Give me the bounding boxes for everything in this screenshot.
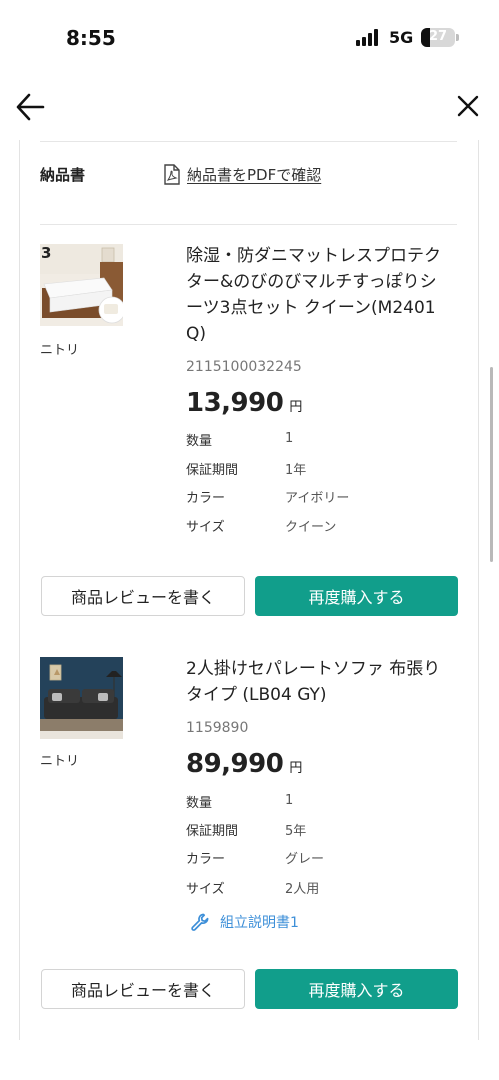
product-code: 1159890 [186, 720, 249, 736]
close-button[interactable] [452, 90, 484, 122]
product-code: 2115100032245 [186, 359, 302, 375]
spec-label-warranty: 保証期間 [186, 463, 239, 478]
spec-label-size: サイズ [186, 520, 225, 535]
spec-value-color: アイボリー [285, 491, 350, 506]
status-time: 8:55 [66, 26, 116, 50]
invoice-label: 納品書 [40, 166, 86, 184]
close-icon [457, 95, 479, 117]
product-title-line: ター&のびのびマルチすっぽりシ [186, 272, 437, 292]
product-title-line: 2人掛けセパレートソファ 布張り [186, 659, 441, 679]
product-thumbnail [40, 657, 123, 739]
product-image-sofa[interactable] [40, 657, 123, 739]
back-button[interactable] [14, 90, 48, 124]
product-title-line: ーツ3点セット クイーン(M2401 [186, 298, 436, 318]
product-thumbnail [40, 244, 123, 326]
spec-value-warranty: 5年 [285, 824, 307, 839]
spec-value-size: 2人用 [285, 882, 320, 897]
spec-value-quantity: 1 [285, 793, 294, 808]
nav-bar [0, 76, 499, 140]
product-image-mattress-protector[interactable]: 3 [40, 244, 123, 326]
write-review-button[interactable]: 商品レビューを書く [41, 576, 245, 616]
spec-value-quantity: 1 [285, 431, 294, 446]
price-value: 13,990 [186, 388, 284, 418]
spec-label-color: カラー [186, 491, 226, 506]
rebuy-button[interactable]: 再度購入する [255, 969, 458, 1009]
pdf-file-icon [164, 163, 180, 185]
product-title-line: Q) [186, 324, 207, 344]
divider [40, 141, 457, 142]
write-review-button[interactable]: 商品レビューを書く [41, 969, 245, 1009]
product-title[interactable]: 2人掛けセパレートソファ 布張り タイプ (LB04 GY) [186, 656, 458, 708]
vendor-name: ニトリ [40, 754, 80, 769]
scrollbar[interactable] [490, 367, 493, 562]
rebuy-button[interactable]: 再度購入する [255, 576, 458, 616]
spec-label-color: カラー [186, 852, 226, 867]
product-title-line: タイプ (LB04 GY) [186, 685, 327, 705]
assembly-manual-link[interactable]: 組立説明書1 [190, 910, 299, 934]
spec-label-size: サイズ [186, 882, 225, 897]
price-value: 89,990 [186, 749, 284, 779]
spec-value-size: クイーン [285, 520, 337, 535]
spec-value-warranty: 1年 [285, 463, 307, 478]
signal-icon [356, 29, 382, 46]
assembly-manual-text: 組立説明書1 [220, 915, 299, 931]
invoice-link-text: 納品書をPDFで確認 [187, 165, 322, 184]
battery-icon: 27 [421, 28, 455, 47]
divider [40, 224, 457, 225]
spec-label-quantity: 数量 [186, 434, 213, 449]
product-price: 89,990 円 [186, 749, 302, 779]
network-type: 5G [389, 28, 414, 47]
status-bar: 8:55 5G 27 [0, 0, 499, 76]
arrow-left-icon [16, 93, 45, 121]
currency-label: 円 [289, 400, 302, 415]
battery-tip [456, 34, 459, 41]
product-title-line: 除湿・防ダニマットレスプロテク [186, 246, 441, 266]
spec-label-warranty: 保証期間 [186, 824, 239, 839]
invoice-pdf-link[interactable]: 納品書をPDFで確認 [163, 162, 321, 186]
spec-label-quantity: 数量 [186, 796, 213, 811]
vendor-name: ニトリ [40, 343, 80, 358]
battery-level: 27 [428, 29, 448, 44]
currency-label: 円 [289, 761, 302, 776]
image-badge: 3 [41, 244, 52, 262]
spec-value-color: グレー [285, 852, 325, 867]
wrench-icon [191, 913, 209, 931]
product-title[interactable]: 除湿・防ダニマットレスプロテク ター&のびのびマルチすっぽりシ ーツ3点セット … [186, 243, 458, 347]
product-price: 13,990 円 [186, 388, 302, 418]
